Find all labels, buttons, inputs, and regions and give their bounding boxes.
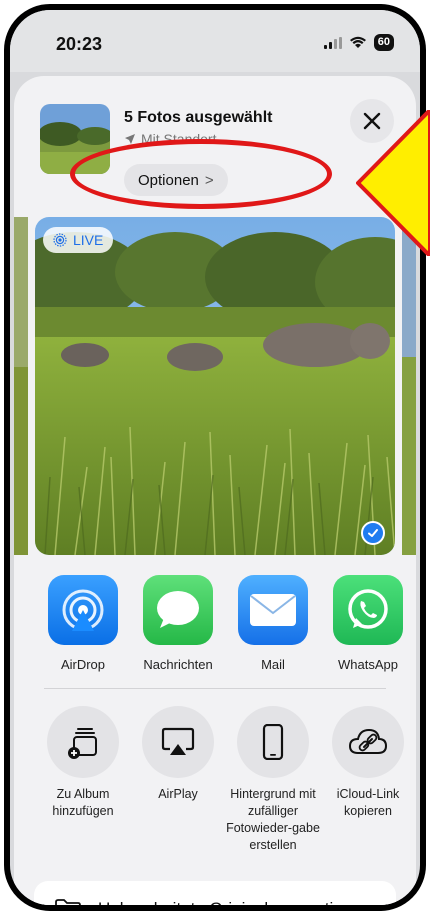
selected-checkmark[interactable] bbox=[361, 521, 385, 545]
signal-icon bbox=[323, 36, 342, 49]
action-label: Hintergrund mit zufälliger Fotowieder-ga… bbox=[226, 787, 320, 852]
wifi-icon bbox=[349, 36, 366, 48]
share-app-airdrop[interactable]: AirDrop bbox=[40, 575, 126, 672]
live-photo-badge[interactable]: LIVE bbox=[43, 227, 114, 253]
status-bar: 20:23 60 bbox=[10, 10, 420, 72]
folder-icon bbox=[55, 899, 81, 905]
app-label: AirDrop bbox=[60, 657, 106, 672]
live-label: LIVE bbox=[73, 232, 104, 248]
checkmark-icon bbox=[368, 529, 378, 537]
app-label: Mail bbox=[261, 657, 285, 672]
battery-indicator: 60 bbox=[373, 34, 394, 51]
status-icons: 60 bbox=[323, 34, 394, 51]
add-to-album-icon bbox=[47, 706, 119, 778]
export-label: Unbearbeitete Originale exportieren bbox=[98, 899, 368, 911]
live-photo-icon bbox=[53, 233, 67, 247]
icloud-link-icon bbox=[332, 706, 404, 778]
status-time: 20:23 bbox=[56, 34, 103, 54]
action-label: Zu Album hinzufügen bbox=[52, 787, 114, 818]
share-apps-row: AirDrop Nachrichten Mail WhatsApp bbox=[14, 575, 416, 685]
photo-carousel[interactable]: LIVE bbox=[14, 217, 416, 555]
share-title: 5 Fotos ausgewählt bbox=[124, 109, 273, 126]
action-create-wallpaper-shuffle[interactable]: Hintergrund mit zufälliger Fotowieder-ga… bbox=[225, 706, 321, 854]
whatsapp-icon bbox=[333, 575, 403, 645]
app-label: WhatsApp bbox=[338, 657, 398, 672]
red-annotation-ellipse bbox=[70, 139, 332, 209]
app-label: Nachrichten bbox=[143, 657, 213, 672]
share-app-mail[interactable]: Mail bbox=[230, 575, 316, 672]
divider bbox=[44, 688, 386, 689]
share-app-messages[interactable]: Nachrichten bbox=[135, 575, 221, 672]
airdrop-icon bbox=[48, 575, 118, 645]
action-airplay[interactable]: AirPlay bbox=[130, 706, 226, 803]
messages-icon bbox=[143, 575, 213, 645]
action-label: iCloud-Link kopieren bbox=[336, 787, 400, 818]
next-photo-peek[interactable] bbox=[402, 217, 416, 555]
yellow-annotation-arrow bbox=[356, 110, 430, 256]
airplay-icon bbox=[142, 706, 214, 778]
action-copy-icloud-link[interactable]: iCloud-Link kopieren bbox=[320, 706, 416, 820]
mail-icon bbox=[238, 575, 308, 645]
selected-photo[interactable]: LIVE bbox=[35, 217, 395, 555]
export-originals-button[interactable]: Unbearbeitete Originale exportieren bbox=[34, 881, 396, 911]
previous-photo-peek[interactable] bbox=[14, 217, 28, 555]
phone-wallpaper-icon bbox=[237, 706, 309, 778]
action-add-to-album[interactable]: Zu Album hinzufügen bbox=[35, 706, 131, 820]
share-app-whatsapp[interactable]: WhatsApp bbox=[325, 575, 411, 672]
action-label: AirPlay bbox=[158, 787, 198, 801]
share-actions-row: Zu Album hinzufügen AirPlay Hintergrund … bbox=[14, 706, 416, 866]
